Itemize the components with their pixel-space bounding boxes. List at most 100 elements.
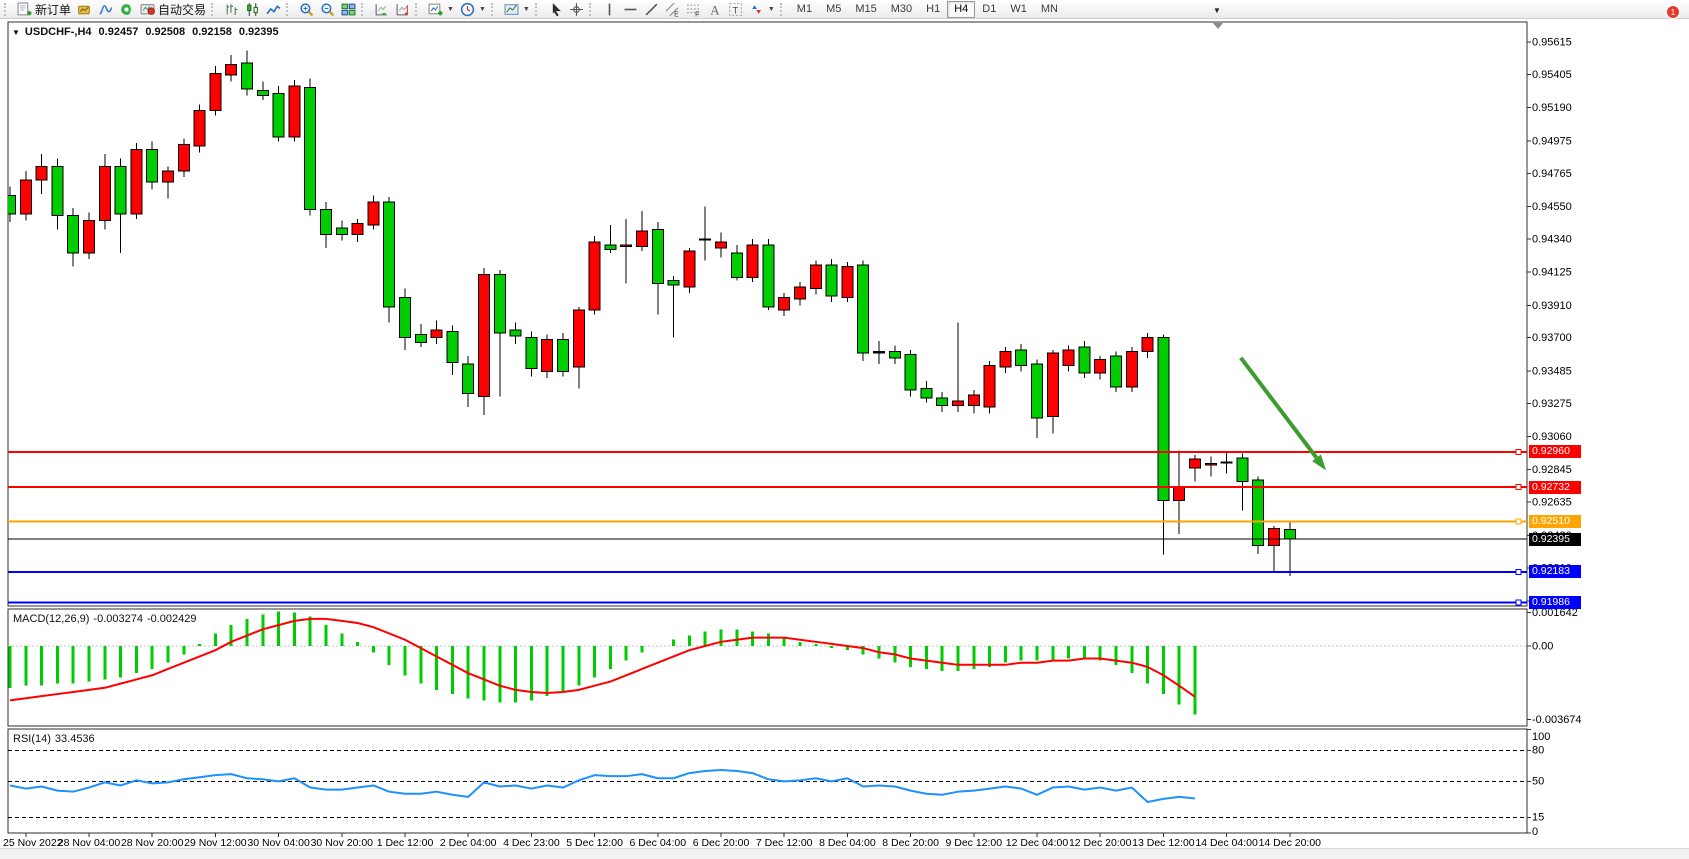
- candle: [779, 293, 790, 316]
- dropdown-arrow-icon[interactable]: ▼: [447, 6, 454, 13]
- dropdown-arrow-icon[interactable]: ▼: [523, 6, 530, 13]
- line-chart-button[interactable]: [263, 1, 284, 18]
- candle: [510, 322, 521, 344]
- text-icon: A: [707, 2, 722, 17]
- ohlc-open: 0.92457: [99, 26, 139, 38]
- candle: [652, 222, 663, 315]
- new-order-button[interactable]: 新订单: [14, 1, 74, 18]
- window-bottom-edge: [0, 848, 1689, 859]
- text-button[interactable]: A: [704, 1, 725, 18]
- toolbar-overflow-icon[interactable]: ▼: [1213, 6, 1221, 15]
- price-axis-tick: 0.94765: [1532, 168, 1572, 180]
- svg-text:A: A: [710, 3, 720, 17]
- candle: [84, 213, 95, 259]
- rsi-value: 33.4536: [55, 733, 95, 745]
- text-label-button[interactable]: T: [725, 1, 746, 18]
- vertical-line-button[interactable]: [599, 1, 620, 18]
- candle: [905, 350, 916, 396]
- cursor-button[interactable]: [545, 1, 566, 18]
- down-arrow-annotation[interactable]: [1241, 358, 1326, 471]
- timeframe-button-m15[interactable]: M15: [848, 1, 883, 18]
- chart-canvas[interactable]: 0.956150.954050.951900.949750.947650.945…: [0, 19, 1689, 858]
- candle: [431, 321, 442, 344]
- bar-chart-icon: [224, 2, 239, 17]
- dropdown-arrow-icon[interactable]: ▼: [479, 6, 486, 13]
- trendline-button[interactable]: [641, 1, 662, 18]
- timeframe-button-m5[interactable]: M5: [819, 1, 848, 18]
- arrows-button[interactable]: ▼: [746, 1, 778, 18]
- channel-button[interactable]: E: [662, 1, 683, 18]
- candle: [1126, 347, 1137, 392]
- chart-window[interactable]: 0.956150.954050.951900.949750.947650.945…: [0, 19, 1689, 858]
- zoom-in-button[interactable]: [296, 1, 317, 18]
- candle: [1000, 347, 1011, 373]
- candle: [178, 139, 189, 178]
- toolbar-group-grip: [589, 3, 595, 16]
- candle: [763, 239, 774, 310]
- price-axis-tick: 0.94125: [1532, 267, 1572, 279]
- candle: [526, 332, 537, 377]
- symbol-dropdown-icon[interactable]: ▼: [12, 28, 20, 37]
- cursor-icon: [548, 2, 563, 17]
- timeframe-button-w1[interactable]: W1: [1003, 1, 1034, 18]
- timeframe-button-mn[interactable]: MN: [1034, 1, 1065, 18]
- timeframe-button-m1[interactable]: M1: [790, 1, 819, 18]
- toolbar-group-grip: [491, 3, 497, 16]
- price-axis-tick: 0.93700: [1532, 332, 1572, 344]
- macd-axis-tick: 0.00: [1532, 641, 1553, 653]
- auto-scroll-button[interactable]: [371, 1, 392, 18]
- horizontal-line-icon: [623, 2, 638, 17]
- crosshair-button[interactable]: [566, 1, 587, 18]
- new-chart-button[interactable]: ▼: [425, 1, 457, 18]
- symbol-period: USDCHF-,H4: [25, 26, 92, 38]
- arrows-icon: [749, 2, 764, 17]
- chart-shift-marker[interactable]: [1213, 23, 1223, 29]
- timeframe-button-h4[interactable]: H4: [947, 1, 975, 18]
- price-axis-tick: 0.95615: [1532, 37, 1572, 49]
- fibonacci-button[interactable]: F: [683, 1, 704, 18]
- macd-value: -0.003274: [93, 613, 143, 625]
- candle: [984, 361, 995, 414]
- candle: [163, 166, 174, 198]
- autotrading-icon: [140, 2, 155, 17]
- candle: [242, 50, 253, 95]
- timeframe-button-d1[interactable]: D1: [975, 1, 1003, 18]
- candle: [637, 211, 648, 251]
- horizontal-level-lines[interactable]: [8, 449, 1527, 604]
- candle: [589, 236, 600, 315]
- macd-signal-value: -0.002429: [147, 613, 197, 625]
- fibonacci-icon: F: [686, 2, 701, 17]
- candle: [573, 307, 584, 389]
- time-axis: 25 Nov 202228 Nov 04:0028 Nov 20:0029 No…: [3, 833, 1321, 849]
- autotrading-button[interactable]: 自动交易: [137, 1, 209, 18]
- trendline-icon: [644, 2, 659, 17]
- tile-windows-button[interactable]: [338, 1, 359, 18]
- chart-shift-button[interactable]: [392, 1, 413, 18]
- price-level-flag: 0.92732: [1529, 481, 1581, 494]
- zoom-out-button[interactable]: [317, 1, 338, 18]
- periods-button[interactable]: ▼: [457, 1, 489, 18]
- candle: [1095, 356, 1106, 379]
- candle: [147, 142, 158, 190]
- alerts-button[interactable]: [116, 1, 137, 18]
- toolbar-group-grip: [361, 3, 367, 16]
- candle: [621, 219, 632, 284]
- candle: [273, 86, 284, 142]
- notification-badge: 1: [1666, 5, 1680, 19]
- toolbar-group-grip: [4, 3, 10, 16]
- candle: [1111, 352, 1122, 392]
- charts-button[interactable]: [74, 1, 95, 18]
- templates-button[interactable]: ▼: [501, 1, 533, 18]
- candle: [494, 270, 505, 397]
- price-axis-tick: 0.94975: [1532, 135, 1572, 147]
- indicators-button[interactable]: [95, 1, 116, 18]
- timeframe-button-m30[interactable]: M30: [884, 1, 919, 18]
- toolbar-group-grip: [286, 3, 292, 16]
- dropdown-arrow-icon[interactable]: ▼: [768, 6, 775, 13]
- horizontal-line-button[interactable]: [620, 1, 641, 18]
- candlestick-button[interactable]: [242, 1, 263, 18]
- price-axis-tick: 0.92845: [1532, 464, 1572, 476]
- candle: [1079, 341, 1090, 378]
- timeframe-button-h1[interactable]: H1: [919, 1, 947, 18]
- bar-chart-button[interactable]: [221, 1, 242, 18]
